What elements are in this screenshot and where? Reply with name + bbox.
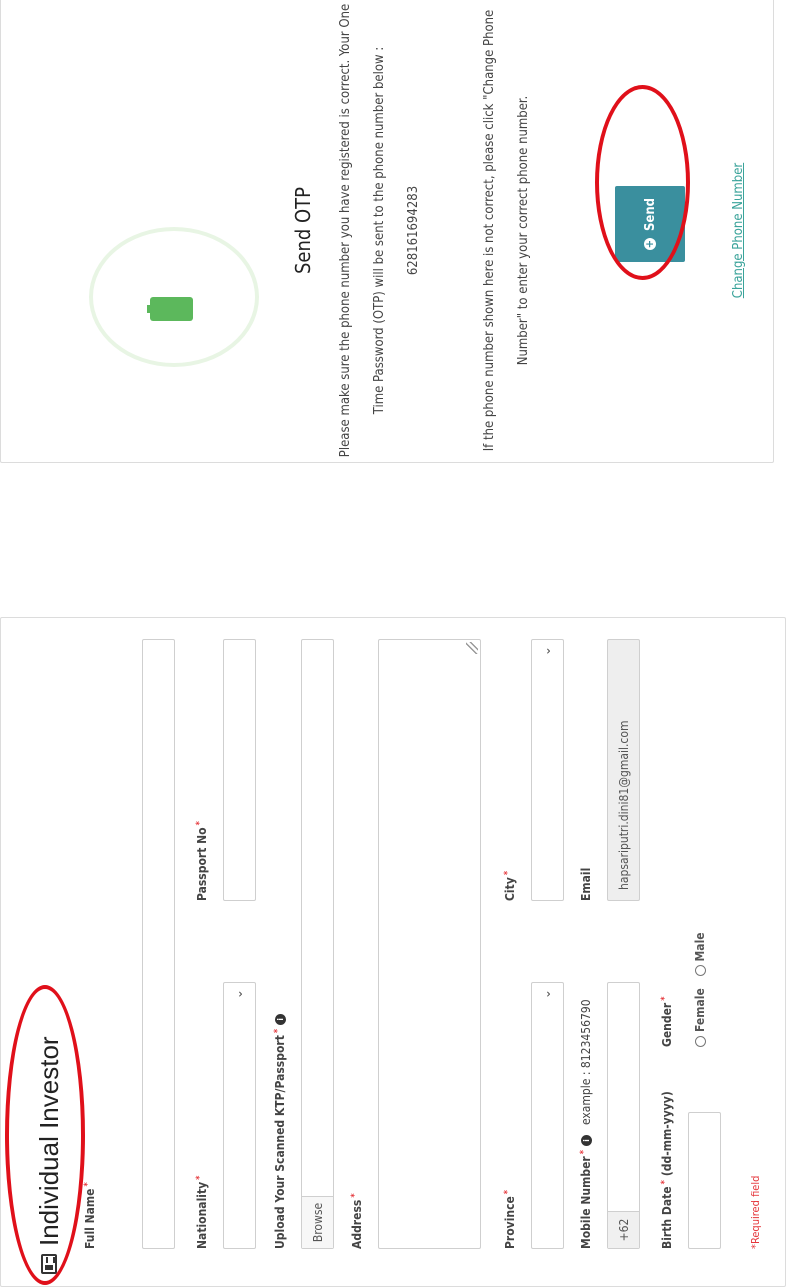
full-name-label: Full Name* [83,1182,97,1249]
upload-label: Upload Your Scanned KTP/Passport* i [273,1013,287,1249]
city-select[interactable]: ⌄ [531,639,564,901]
passport-label-text: Passport No [195,827,209,901]
email-input[interactable]: hapsariputri.dini81@gmail.com [607,639,640,901]
nationality-select[interactable]: ⌄ [223,982,256,1249]
birth-date-label: Birth Date* (dd-mm-yyyy) [660,1091,674,1249]
required-mark: * [579,1150,589,1155]
address-label-text: Address [350,1199,364,1249]
required-mark: * [503,870,513,876]
passport-input[interactable] [223,639,256,901]
gender-label: Gender* [660,997,674,1047]
passport-label: Passport No* [195,821,209,901]
mobile-phone-icon [150,297,193,321]
birth-date-input[interactable] [688,1112,721,1249]
required-note-text: Required field [749,1175,762,1245]
province-label-text: Province [503,1196,517,1249]
full-name-input[interactable] [142,639,175,1249]
male-radio[interactable] [695,965,706,977]
required-mark: * [660,1180,670,1185]
city-label: City* [503,871,517,901]
upload-label-text: Upload Your Scanned KTP/Passport [273,1035,287,1249]
annotation-ellipse-send [595,85,690,280]
country-code-addon: +62 [608,1211,639,1248]
address-textarea[interactable] [378,639,481,1249]
rotated-page: Individual Investor Full Name* Nationali… [0,0,787,1287]
province-label: Province* [503,1190,517,1249]
chevron-down-icon: ⌄ [539,989,553,1000]
female-label: Female [693,988,707,1032]
upload-file-input[interactable]: Browse [301,639,334,1249]
birth-date-format: (dd-mm-yyyy) [660,1091,674,1177]
nationality-label: Nationality* [195,1176,209,1249]
required-mark: * [350,1193,360,1198]
info-icon: i [275,1013,286,1025]
female-radio[interactable] [695,1036,706,1047]
required-mark: * [503,1189,513,1195]
mobile-example-hint: example : 8123456790 [579,999,593,1126]
annotation-ellipse-title [5,985,85,1285]
required-mark: * [195,1175,205,1180]
gender-female-option[interactable]: Female [693,988,707,1047]
required-mark: * [660,996,670,1001]
otp-phone-number: 628161694283 [406,185,421,276]
mobile-label: Mobile Number* i example : 8123456790 [579,999,593,1249]
email-value: hapsariputri.dini81@gmail.com [616,720,631,891]
chevron-down-icon: ⌄ [539,646,553,657]
email-label: Email [579,868,593,901]
otp-instruction-line-1: Please make sure the phone number you ha… [338,3,353,458]
required-mark: * [273,1028,283,1034]
otp-instruction-line-3: If the phone number shown here is not co… [482,9,497,452]
full-name-label-text: Full Name [83,1188,97,1249]
required-mark: * [749,1244,762,1249]
mobile-label-text: Mobile Number [579,1156,593,1249]
male-label: Male [693,932,707,962]
required-mark: * [195,821,205,826]
email-label-text: Email [579,867,593,901]
otp-title: Send OTP [291,186,315,275]
province-select[interactable]: ⌄ [531,982,564,1249]
gender-male-option[interactable]: Male [693,932,707,977]
browse-button[interactable]: Browse [302,1196,333,1248]
otp-instruction-line-2: Time Password (OTP) will be sent to the … [372,46,387,415]
change-phone-number-link[interactable]: Change Phone Number [731,0,746,462]
city-label-text: City [503,877,517,901]
gender-options: Female Male [693,932,707,1047]
browse-button-label: Browse [310,1202,325,1243]
resize-grip-icon[interactable] [466,642,478,654]
address-label: Address* [350,1193,364,1249]
info-icon: i [581,1135,592,1147]
birth-date-label-text: Birth Date [660,1186,674,1249]
nationality-label-text: Nationality [195,1181,209,1249]
individual-investor-form-card: Individual Investor Full Name* Nationali… [0,617,786,1287]
gender-label-text: Gender [660,1002,674,1047]
chevron-down-icon: ⌄ [231,989,245,1000]
mobile-input[interactable]: +62 [607,982,640,1249]
otp-instruction-line-4: Number" to enter your correct phone numb… [516,95,531,366]
required-field-note: *Required field [749,1176,762,1249]
country-code-text: +62 [616,1218,631,1242]
required-mark: * [83,1182,93,1187]
